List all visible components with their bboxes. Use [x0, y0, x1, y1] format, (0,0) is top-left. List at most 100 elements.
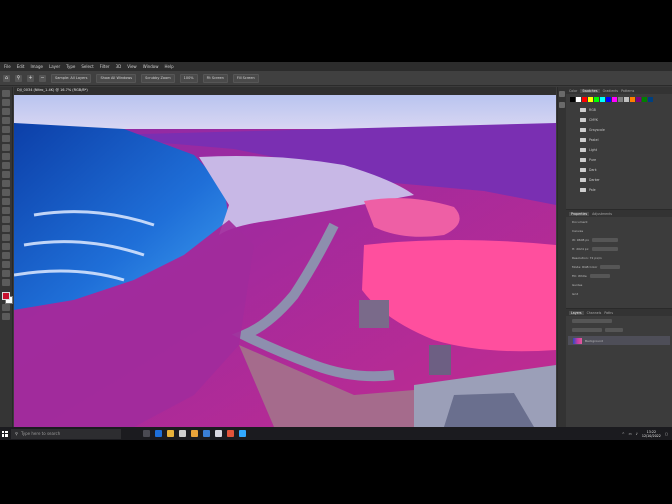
show-all-windows-checkbox[interactable]: Show All Windows: [96, 73, 137, 83]
zoom-in-icon[interactable]: +: [27, 74, 34, 82]
tab-properties[interactable]: Properties: [569, 211, 590, 216]
marquee-tool-icon[interactable]: [2, 99, 10, 106]
mode-select[interactable]: [600, 264, 621, 269]
clone-stamp-tool-icon[interactable]: [2, 171, 10, 178]
swatch-folder-dark[interactable]: Dark: [580, 165, 672, 175]
menu-view[interactable]: View: [127, 64, 137, 69]
network-icon[interactable]: ▭: [629, 432, 632, 436]
healing-brush-tool-icon[interactable]: [2, 153, 10, 160]
swatch-chip[interactable]: [576, 97, 581, 102]
photoshop-icon[interactable]: [239, 430, 246, 437]
swatch-folder-grayscale[interactable]: Grayscale: [580, 125, 672, 135]
chevron-up-icon[interactable]: ^: [622, 432, 625, 436]
document-tab[interactable]: DJI_0034 (Nitro_1.4K) @ 16.7% (RGB/8*): [14, 87, 556, 95]
swatch-chip[interactable]: [606, 97, 611, 102]
menu-select[interactable]: Select: [81, 64, 93, 69]
history-brush-tool-icon[interactable]: [2, 180, 10, 187]
swatch-chip[interactable]: [624, 97, 629, 102]
fill-select[interactable]: [589, 273, 610, 278]
height-field[interactable]: [591, 246, 618, 251]
swatch-chip[interactable]: [582, 97, 587, 102]
menu-layer[interactable]: Layer: [49, 64, 60, 69]
swatch-chip[interactable]: [612, 97, 617, 102]
zoom-tool-icon[interactable]: ⚲: [15, 74, 22, 82]
fit-screen-button[interactable]: Fit Screen: [202, 73, 228, 83]
tab-channels[interactable]: Channels: [587, 311, 602, 315]
task-view-icon[interactable]: [143, 430, 150, 437]
swatch-chip[interactable]: [630, 97, 635, 102]
quick-select-tool-icon[interactable]: [2, 117, 10, 124]
swatch-folder-pure[interactable]: Pure: [580, 155, 672, 165]
shape-tool-icon[interactable]: [2, 252, 10, 259]
zoom-tool-icon[interactable]: [2, 270, 10, 277]
foreground-color-swatch[interactable]: [1, 292, 10, 300]
hand-tool-icon[interactable]: [2, 261, 10, 268]
swatch-chip[interactable]: [618, 97, 623, 102]
tab-gradients[interactable]: Gradients: [603, 89, 619, 93]
edge-icon[interactable]: [155, 430, 162, 437]
gradient-tool-icon[interactable]: [2, 198, 10, 205]
quick-mask-icon[interactable]: [2, 304, 10, 311]
crop-tool-icon[interactable]: [2, 126, 10, 133]
home-icon[interactable]: ⌂: [3, 74, 10, 82]
tab-adjustments[interactable]: Adjustments: [592, 212, 612, 216]
menu-file[interactable]: File: [4, 64, 11, 69]
dodge-tool-icon[interactable]: [2, 216, 10, 223]
menu-image[interactable]: Image: [30, 64, 43, 69]
illustrator-icon[interactable]: [227, 430, 234, 437]
path-select-tool-icon[interactable]: [2, 243, 10, 250]
file-explorer-icon[interactable]: [167, 430, 174, 437]
width-field[interactable]: [592, 237, 619, 242]
swatch-folder-pastel[interactable]: Pastel: [580, 135, 672, 145]
swatch-chip[interactable]: [636, 97, 641, 102]
opacity-field[interactable]: [605, 327, 623, 332]
frame-tool-icon[interactable]: [2, 135, 10, 142]
swatch-folder-cmyk[interactable]: CMYK: [580, 115, 672, 125]
swatch-chip[interactable]: [600, 97, 605, 102]
menu-window[interactable]: Window: [143, 64, 159, 69]
brush-tool-icon[interactable]: [2, 162, 10, 169]
notifications-icon[interactable]: ▢: [665, 432, 668, 436]
blend-mode-select[interactable]: [572, 327, 602, 332]
swatch-chip[interactable]: [570, 97, 575, 102]
info-icon[interactable]: [559, 102, 565, 108]
layer-row[interactable]: Background: [568, 336, 670, 345]
fill-screen-button[interactable]: Fill Screen: [232, 73, 259, 83]
move-tool-icon[interactable]: [2, 90, 10, 97]
swatch-folder-darker[interactable]: Darker: [580, 175, 672, 185]
swatch-folder-light[interactable]: Light: [580, 145, 672, 155]
word-icon[interactable]: [203, 430, 210, 437]
start-button[interactable]: [0, 427, 9, 440]
layer-filter-field[interactable]: [572, 318, 612, 323]
menu-edit[interactable]: Edit: [17, 64, 25, 69]
taskbar-search-box[interactable]: ⚲ Type here to search: [11, 428, 121, 439]
tab-color[interactable]: Color: [569, 89, 577, 93]
type-tool-icon[interactable]: [2, 234, 10, 241]
history-icon[interactable]: [559, 91, 565, 97]
app-icon[interactable]: [215, 430, 222, 437]
volume-icon[interactable]: ♪: [636, 432, 638, 436]
blur-tool-icon[interactable]: [2, 207, 10, 214]
swatch-chip[interactable]: [588, 97, 593, 102]
tab-paths[interactable]: Paths: [604, 311, 613, 315]
clock[interactable]: 13:22 12/10/2022: [642, 430, 661, 438]
chrome-icon[interactable]: [191, 430, 198, 437]
more-tools-icon[interactable]: [2, 279, 10, 286]
eyedropper-tool-icon[interactable]: [2, 144, 10, 151]
screen-mode-icon[interactable]: [2, 313, 10, 320]
swatch-folder-pale[interactable]: Pale: [580, 185, 672, 195]
store-icon[interactable]: [179, 430, 186, 437]
menu-type[interactable]: Type: [66, 64, 75, 69]
scrubby-zoom-checkbox[interactable]: Scrubby Zoom: [141, 73, 175, 83]
canvas-area[interactable]: [14, 95, 556, 427]
zoom-out-icon[interactable]: −: [39, 74, 46, 82]
pen-tool-icon[interactable]: [2, 225, 10, 232]
swatch-chip[interactable]: [594, 97, 599, 102]
menu-3d[interactable]: 3D: [116, 64, 122, 69]
zoom-100-button[interactable]: 100%: [179, 73, 198, 83]
color-swatches[interactable]: [1, 292, 13, 304]
menu-filter[interactable]: Filter: [100, 64, 110, 69]
tab-swatches[interactable]: Swatches: [580, 88, 600, 93]
swatch-chip[interactable]: [648, 97, 653, 102]
eraser-tool-icon[interactable]: [2, 189, 10, 196]
